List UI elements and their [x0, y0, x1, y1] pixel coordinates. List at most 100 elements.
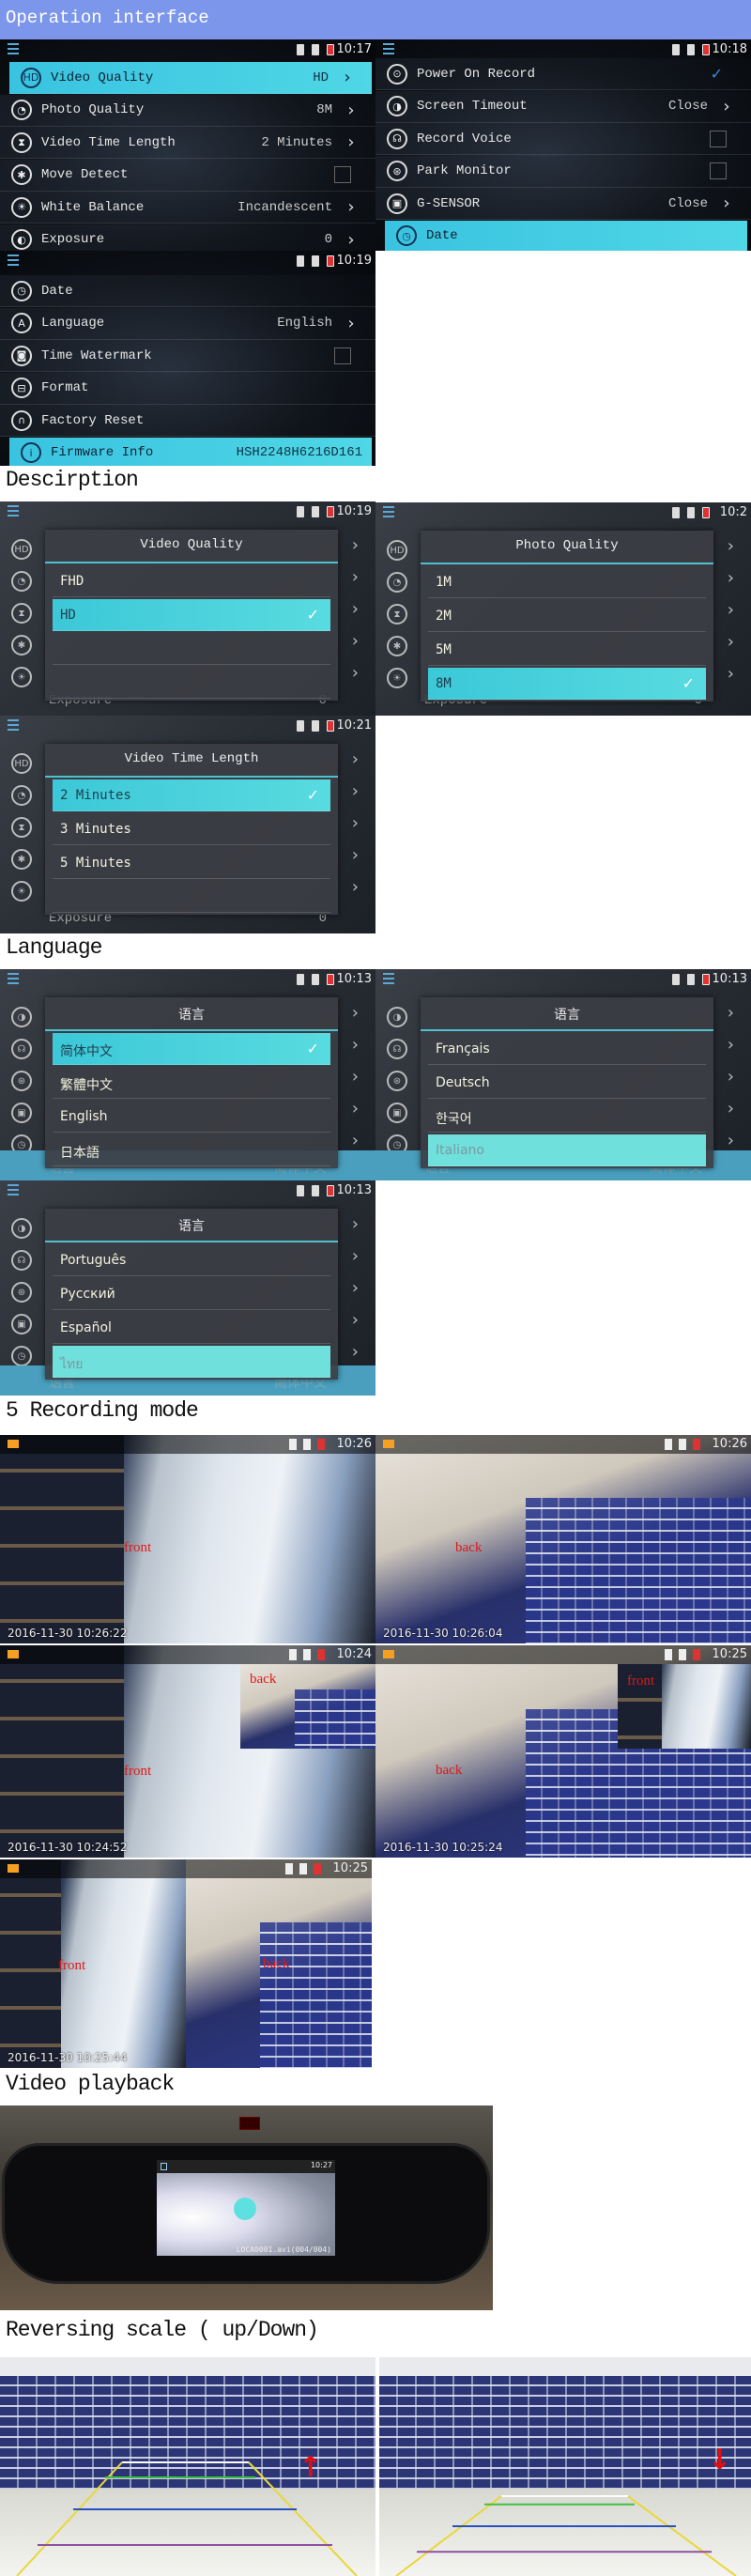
chevron-right-icon[interactable]: › [352, 1246, 359, 1266]
chevron-right-icon[interactable]: › [352, 1131, 359, 1150]
dialog-option[interactable]: 5M [428, 634, 706, 666]
status-bar: 10:13 [0, 1180, 376, 1203]
dialog-option[interactable]: 繁體中文 [53, 1067, 330, 1099]
hourglass-icon: ⧗ [11, 603, 32, 624]
dialog-option[interactable]: 2 Minutes ✓ [53, 779, 330, 811]
checkmark-icon[interactable]: ✓ [711, 65, 723, 83]
menu-icon[interactable] [8, 973, 19, 986]
menu-icon[interactable] [8, 255, 19, 268]
chevron-right-icon[interactable]: › [352, 1214, 359, 1234]
menu-icon[interactable] [8, 1184, 19, 1197]
checkbox[interactable] [710, 162, 727, 179]
menu-item-video-quality[interactable]: HD Video Quality HD › [9, 62, 372, 94]
chevron-right-icon[interactable]: › [352, 567, 359, 587]
dialog-option[interactable]: Deutsch [428, 1067, 706, 1099]
chevron-right-icon[interactable]: › [352, 631, 359, 651]
chevron-right-icon[interactable]: › [728, 1131, 734, 1150]
chevron-right-icon[interactable]: › [352, 1310, 359, 1330]
menu-item-factory-reset[interactable]: ∩ Factory Reset [0, 405, 376, 437]
chevron-right-icon[interactable]: › [717, 193, 736, 213]
dialog-option[interactable]: FHD [53, 565, 330, 597]
dialog-option[interactable]: 2M [428, 600, 706, 632]
chevron-right-icon[interactable]: › [728, 1067, 734, 1087]
status-bar: 10:2 [376, 502, 751, 525]
menu-item-time-watermark[interactable]: ◙ Time Watermark [0, 340, 376, 372]
chevron-right-icon[interactable]: › [352, 1035, 359, 1055]
chevron-right-icon[interactable]: › [352, 813, 359, 833]
checkbox[interactable] [710, 130, 727, 147]
dialog-option[interactable]: Français [428, 1033, 706, 1065]
status-time: 10:13 [336, 972, 372, 986]
chevron-right-icon[interactable]: › [728, 1035, 734, 1055]
checkbox[interactable] [334, 166, 351, 183]
menu-item-exposure[interactable]: ◐ Exposure 0 › [0, 224, 376, 251]
menu-icon[interactable] [383, 973, 394, 986]
dialog-option[interactable]: Русский [53, 1278, 330, 1310]
menu-item-firmware-info[interactable]: i Firmware Info HSH2248H6216D161 [9, 437, 372, 466]
menu-icon[interactable] [8, 505, 19, 518]
chevron-right-icon[interactable]: › [717, 97, 736, 116]
chevron-right-icon[interactable]: › [728, 1003, 734, 1023]
chevron-right-icon[interactable]: › [352, 599, 359, 619]
chevron-right-icon[interactable]: › [352, 781, 359, 801]
dialog-option[interactable]: ไทย [53, 1346, 330, 1378]
dialog-option[interactable]: 5 Minutes [53, 847, 330, 879]
menu-item-park-monitor[interactable]: ⊛ Park Monitor [376, 155, 751, 188]
dialog-option[interactable]: 日本語 [53, 1134, 330, 1166]
dialog-option[interactable]: 1M [428, 566, 706, 598]
dialog-option[interactable]: Português [53, 1244, 330, 1276]
menu-item-move-detect[interactable]: ✱ Move Detect [0, 159, 376, 192]
chevron-right-icon[interactable]: › [352, 877, 359, 897]
menu-item-date[interactable]: ◷ Date [0, 275, 376, 307]
chevron-right-icon[interactable]: › [728, 536, 734, 556]
dialog-option[interactable]: Italiano [428, 1134, 706, 1166]
menu-icon[interactable] [8, 43, 19, 56]
menu-item-g-sensor[interactable]: ▣ G-SENSOR Close › [376, 188, 751, 220]
menu-item-format[interactable]: ⊟ Format [0, 372, 376, 405]
chevron-right-icon[interactable]: › [352, 749, 359, 769]
menu-item-power-on-record[interactable]: ⊙ Power On Record ✓ [376, 58, 751, 90]
dialog-option[interactable]: English [53, 1101, 330, 1133]
chevron-right-icon[interactable]: › [728, 664, 734, 684]
dialog-option[interactable]: Español [53, 1312, 330, 1344]
menu-icon[interactable] [8, 719, 19, 733]
menu-item-photo-quality[interactable]: ◔ Photo Quality 8M › [0, 94, 376, 127]
chevron-right-icon[interactable]: › [728, 568, 734, 588]
chevron-right-icon[interactable]: › [342, 230, 360, 250]
chevron-right-icon[interactable]: › [342, 132, 360, 152]
menu-item-white-balance[interactable]: ☀ White Balance Incandescent › [0, 192, 376, 224]
chevron-right-icon[interactable]: › [728, 1099, 734, 1118]
menu-icon[interactable] [383, 506, 394, 519]
dialog-option[interactable]: 8M ✓ [428, 668, 706, 700]
heading-recording-mode: 5 Recording mode [6, 1398, 199, 1423]
chevron-right-icon[interactable]: › [338, 68, 357, 87]
chevron-right-icon[interactable]: › [352, 1342, 359, 1362]
menu-item-video-time-length[interactable]: ⧗ Video Time Length 2 Minutes › [0, 127, 376, 159]
dialog-option[interactable]: 简体中文 ✓ [53, 1033, 330, 1065]
dialog-option[interactable]: 3 Minutes [53, 813, 330, 845]
menu-item-record-voice[interactable]: ☊ Record Voice [376, 123, 751, 155]
chevron-right-icon[interactable]: › [342, 314, 360, 333]
chevron-right-icon[interactable]: › [352, 535, 359, 555]
status-icons [289, 1649, 325, 1660]
menu-icon[interactable] [383, 43, 394, 56]
menu-item-screen-timeout[interactable]: ◑ Screen Timeout Close › [376, 90, 751, 123]
menu-item-date[interactable]: ◷ Date [385, 220, 747, 251]
chevron-right-icon[interactable]: › [352, 1099, 359, 1118]
chevron-right-icon[interactable]: › [342, 100, 360, 120]
chevron-right-icon[interactable]: › [342, 197, 360, 217]
chevron-right-icon[interactable]: › [352, 1067, 359, 1087]
chevron-right-icon[interactable]: › [352, 845, 359, 865]
dialog-option[interactable]: 한국어 [428, 1101, 706, 1133]
chevron-right-icon[interactable]: › [728, 632, 734, 652]
dialog-option[interactable]: HD ✓ [53, 599, 330, 631]
chevron-right-icon[interactable]: › [352, 1003, 359, 1023]
checkbox[interactable] [334, 347, 351, 364]
chevron-right-icon[interactable]: › [352, 663, 359, 683]
chevron-right-icon[interactable]: › [352, 1278, 359, 1298]
dialog-divider [45, 562, 338, 563]
play-icon[interactable] [234, 2198, 256, 2220]
battery-icon [317, 1649, 325, 1660]
chevron-right-icon[interactable]: › [728, 600, 734, 620]
menu-item-language[interactable]: A Language English › [0, 307, 376, 340]
